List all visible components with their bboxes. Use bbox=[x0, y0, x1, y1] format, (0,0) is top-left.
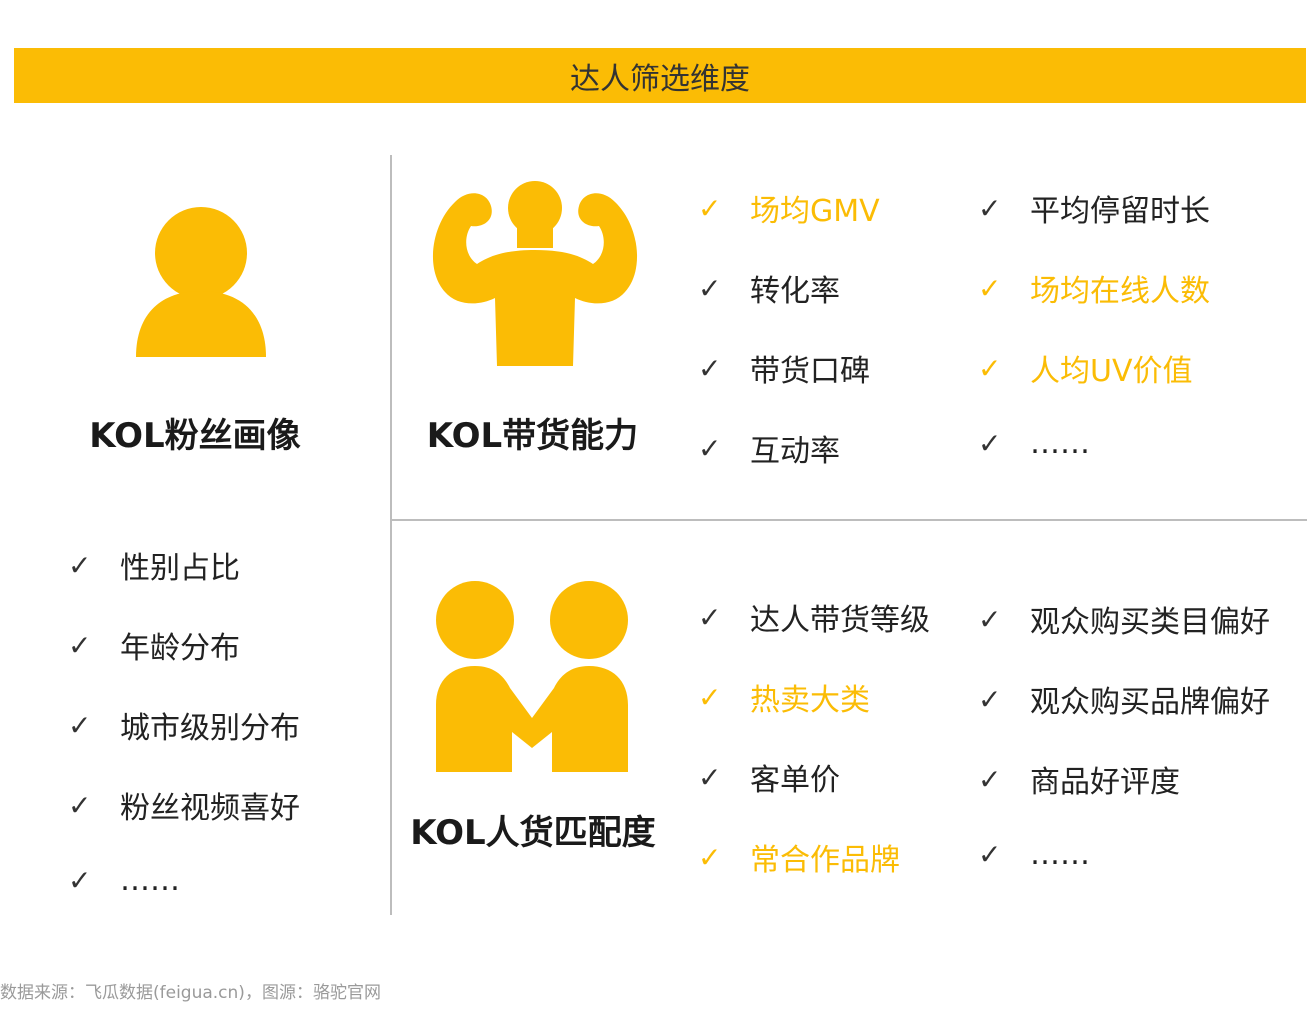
check-icon: ✓ bbox=[978, 191, 1002, 225]
match-left-label: 常合作品牌 bbox=[750, 843, 900, 878]
check-icon: ✓ bbox=[698, 840, 722, 874]
check-icon: ✓ bbox=[698, 760, 722, 794]
ability-left-label: 场均GMV bbox=[750, 194, 880, 229]
fans-item: ✓ 粉丝视频喜好 bbox=[68, 783, 300, 827]
match-left-item: ✓ 常合作品牌 bbox=[698, 835, 900, 879]
source-footnote: 数据来源：飞瓜数据(feigua.cn)，图源：骆驼官网 bbox=[0, 983, 381, 1003]
match-right-item: ✓ 商品好评度 bbox=[978, 757, 1180, 801]
check-icon: ✓ bbox=[698, 600, 722, 634]
ability-right-label: 平均停留时长 bbox=[1030, 194, 1210, 229]
check-icon: ✓ bbox=[698, 431, 722, 465]
check-icon: ✓ bbox=[698, 191, 722, 225]
handshake-people-icon bbox=[436, 581, 628, 772]
check-icon: ✓ bbox=[978, 351, 1002, 385]
check-icon: ✓ bbox=[698, 271, 722, 305]
match-right-item: ✓ …… bbox=[978, 837, 1090, 872]
ability-right-label: 场均在线人数 bbox=[1030, 274, 1210, 309]
fans-title: KOL粉丝画像 bbox=[89, 416, 301, 456]
match-left-label: 热卖大类 bbox=[750, 683, 870, 718]
muscle-man-icon bbox=[432, 181, 638, 366]
ability-right-item: ✓ 平均停留时长 bbox=[978, 186, 1210, 230]
fans-item: ✓ 年龄分布 bbox=[68, 623, 240, 667]
match-title: KOL人货匹配度 bbox=[410, 813, 656, 853]
person-icon bbox=[136, 207, 266, 357]
ability-right-item: ✓ 人均UV价值 bbox=[978, 346, 1192, 390]
match-right-label: 观众购买类目偏好 bbox=[1030, 605, 1270, 640]
banner-title: 达人筛选维度 bbox=[570, 61, 750, 97]
ability-left-label: 转化率 bbox=[750, 274, 840, 309]
fans-item-label: 城市级别分布 bbox=[120, 711, 300, 746]
ability-left-label: 带货口碑 bbox=[750, 354, 870, 389]
match-left-label: 达人带货等级 bbox=[750, 603, 930, 638]
vertical-divider bbox=[390, 155, 392, 915]
ability-left-item: ✓ 互动率 bbox=[698, 426, 840, 470]
check-icon: ✓ bbox=[978, 762, 1002, 796]
check-icon: ✓ bbox=[978, 602, 1002, 636]
match-left-item: ✓ 达人带货等级 bbox=[698, 595, 930, 639]
match-right-item: ✓ 观众购买类目偏好 bbox=[978, 597, 1270, 641]
fans-item-label: 性别占比 bbox=[120, 551, 240, 586]
match-left-label: 客单价 bbox=[750, 763, 840, 798]
ability-title: KOL带货能力 bbox=[426, 416, 639, 456]
check-icon: ✓ bbox=[978, 682, 1002, 716]
match-right-label: …… bbox=[1030, 837, 1090, 872]
check-icon: ✓ bbox=[68, 548, 92, 582]
horizontal-divider bbox=[392, 519, 1307, 521]
check-icon: ✓ bbox=[68, 788, 92, 822]
check-icon: ✓ bbox=[68, 628, 92, 662]
fans-item-label: …… bbox=[120, 863, 180, 898]
check-icon: ✓ bbox=[68, 864, 92, 897]
check-icon: ✓ bbox=[978, 271, 1002, 305]
match-right-label: 商品好评度 bbox=[1030, 765, 1180, 800]
ability-left-label: 互动率 bbox=[750, 434, 840, 469]
ability-left-item: ✓ 转化率 bbox=[698, 266, 840, 310]
check-icon: ✓ bbox=[68, 708, 92, 742]
fans-item: ✓ 城市级别分布 bbox=[68, 703, 300, 747]
ability-right-label: 人均UV价值 bbox=[1030, 354, 1193, 389]
match-left-item: ✓ 热卖大类 bbox=[698, 675, 870, 719]
ability-right-label: …… bbox=[1030, 426, 1090, 461]
fans-item: ✓ …… bbox=[68, 863, 180, 898]
ability-right-item: ✓ 场均在线人数 bbox=[978, 266, 1210, 310]
match-left-item: ✓ 客单价 bbox=[698, 755, 840, 799]
match-right-item: ✓ 观众购买品牌偏好 bbox=[978, 677, 1270, 721]
check-icon: ✓ bbox=[698, 680, 722, 714]
fans-item-label: 年龄分布 bbox=[120, 631, 240, 666]
banner: 达人筛选维度 bbox=[14, 48, 1306, 103]
check-icon: ✓ bbox=[698, 351, 722, 385]
check-icon: ✓ bbox=[978, 838, 1002, 871]
check-icon: ✓ bbox=[978, 427, 1002, 460]
fans-item: ✓ 性别占比 bbox=[68, 543, 240, 587]
ability-left-item: ✓ 带货口碑 bbox=[698, 346, 870, 390]
match-right-label: 观众购买品牌偏好 bbox=[1030, 685, 1270, 720]
fans-item-label: 粉丝视频喜好 bbox=[120, 791, 300, 826]
ability-right-item: ✓ …… bbox=[978, 426, 1090, 461]
ability-left-item: ✓ 场均GMV bbox=[698, 186, 880, 230]
